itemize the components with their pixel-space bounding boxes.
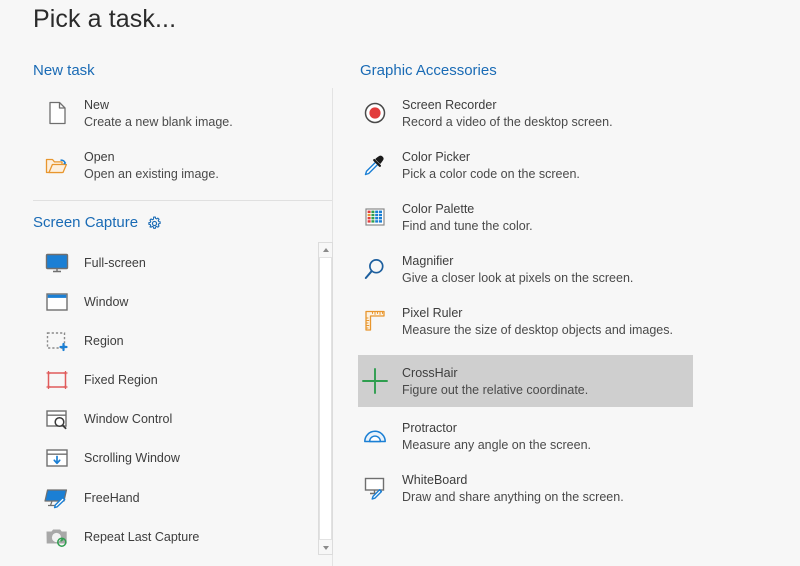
accessory-desc: Pick a color code on the screen. [402, 167, 580, 181]
capture-title: FreeHand [84, 491, 140, 505]
magnifier-icon [358, 252, 392, 286]
capture-title: Window Control [84, 412, 173, 426]
window-control-icon [40, 402, 74, 436]
section-heading-new-task-label: New task [33, 62, 95, 79]
accessory-text: Color Palette Find and tune the color. [402, 200, 533, 235]
eyedropper-icon [358, 148, 392, 182]
accessory-row-color-picker[interactable]: Color Picker Pick a color code on the sc… [358, 148, 693, 183]
open-folder-icon [40, 148, 74, 182]
accessory-text: Screen Recorder Record a video of the de… [402, 96, 613, 131]
color-palette-icon [358, 200, 392, 234]
capture-row-freehand[interactable]: FreeHand [40, 481, 320, 515]
accessory-row-color-palette[interactable]: Color Palette Find and tune the color. [358, 200, 693, 235]
capture-row-window-control[interactable]: Window Control [40, 402, 320, 436]
capture-title: Fixed Region [84, 373, 158, 387]
scroll-down-arrow[interactable] [319, 541, 332, 554]
capture-row-scrolling-window[interactable]: Scrolling Window [40, 441, 320, 475]
divider-horizontal [33, 200, 332, 201]
section-heading-graphic-accessories-label: Graphic Accessories [360, 62, 497, 79]
scrollbar-thumb[interactable] [319, 257, 332, 540]
task-row-open[interactable]: Open Open an existing image. [40, 148, 320, 183]
scrolling-window-icon [40, 441, 74, 475]
scroll-down-arrow-glyph [322, 545, 329, 550]
section-heading-graphic-accessories: Graphic Accessories [360, 62, 497, 79]
accessory-row-whiteboard[interactable]: WhiteBoard Draw and share anything on th… [358, 471, 693, 506]
accessory-desc: Figure out the relative coordinate. [402, 382, 589, 397]
repeat-capture-icon [40, 520, 74, 554]
freehand-icon [40, 481, 74, 515]
accessory-row-crosshair[interactable]: CrossHair Figure out the relative coordi… [358, 355, 693, 407]
fixed-region-icon [40, 363, 74, 397]
accessory-title: Protractor [402, 421, 457, 435]
window-icon [40, 285, 74, 319]
capture-row-full-screen[interactable]: Full-screen [40, 246, 320, 280]
accessory-title: Color Palette [402, 202, 475, 216]
whiteboard-icon [358, 471, 392, 505]
task-row-new[interactable]: New Create a new blank image. [40, 96, 320, 131]
accessory-desc: Find and tune the color. [402, 219, 533, 233]
capture-title: Window [84, 295, 129, 309]
accessory-text: CrossHair Figure out the relative coordi… [402, 364, 588, 399]
section-heading-screen-capture-label: Screen Capture [33, 214, 139, 231]
region-dashed-icon [40, 324, 74, 358]
scroll-up-arrow-glyph [322, 247, 329, 252]
task-title: Open [84, 150, 115, 164]
accessory-desc: Measure the size of desktop objects and … [402, 323, 673, 337]
accessory-row-magnifier[interactable]: Magnifier Give a closer look at pixels o… [358, 252, 693, 287]
accessory-title: Color Picker [402, 150, 471, 164]
task-text: New Create a new blank image. [84, 96, 233, 131]
screen-capture-scrollbar[interactable] [318, 242, 333, 555]
accessory-row-protractor[interactable]: Protractor Measure any angle on the scre… [358, 419, 693, 454]
accessory-text: Color Picker Pick a color code on the sc… [402, 148, 580, 183]
capture-title: Scrolling Window [84, 451, 180, 465]
pixel-ruler-icon [358, 304, 392, 338]
accessory-title: Screen Recorder [402, 98, 497, 112]
capture-title: Full-screen [84, 256, 146, 270]
accessory-title: WhiteBoard [402, 473, 468, 487]
page-title: Pick a task... [33, 5, 177, 33]
protractor-icon [358, 419, 392, 453]
accessory-text: WhiteBoard Draw and share anything on th… [402, 471, 624, 506]
gear-icon[interactable] [147, 216, 162, 231]
accessory-desc: Record a video of the desktop screen. [402, 115, 613, 129]
scroll-up-arrow[interactable] [319, 243, 332, 256]
accessory-title: Magnifier [402, 254, 454, 268]
accessory-row-pixel-ruler[interactable]: Pixel Ruler Measure the size of desktop … [358, 304, 693, 339]
capture-row-window[interactable]: Window [40, 285, 320, 319]
crosshair-icon [358, 364, 392, 398]
accessory-desc: Give a closer look at pixels on the scre… [402, 271, 634, 285]
accessory-title: CrossHair [402, 365, 458, 380]
accessory-title: Pixel Ruler [402, 306, 463, 320]
accessory-text: Protractor Measure any angle on the scre… [402, 419, 591, 454]
section-heading-new-task: New task [33, 62, 95, 79]
capture-title: Repeat Last Capture [84, 530, 200, 544]
section-heading-screen-capture: Screen Capture [33, 214, 162, 231]
task-desc: Create a new blank image. [84, 115, 233, 129]
accessory-desc: Measure any angle on the screen. [402, 438, 592, 452]
monitor-icon [40, 246, 74, 280]
task-picker-window: Pick a task... New task Screen Capture G… [0, 0, 800, 566]
task-desc: Open an existing image. [84, 167, 219, 181]
accessory-text: Pixel Ruler Measure the size of desktop … [402, 304, 673, 339]
task-text: Open Open an existing image. [84, 148, 219, 183]
record-circle-icon [358, 96, 392, 130]
task-title: New [84, 98, 110, 112]
accessory-text: Magnifier Give a closer look at pixels o… [402, 252, 633, 287]
capture-title: Region [84, 334, 124, 348]
accessory-desc: Draw and share anything on the screen. [402, 490, 624, 504]
new-file-icon [40, 96, 74, 130]
accessory-row-screen-recorder[interactable]: Screen Recorder Record a video of the de… [358, 96, 693, 131]
capture-row-repeat-last-capture[interactable]: Repeat Last Capture [40, 520, 320, 554]
capture-row-region[interactable]: Region [40, 324, 320, 358]
capture-row-fixed-region[interactable]: Fixed Region [40, 363, 320, 397]
